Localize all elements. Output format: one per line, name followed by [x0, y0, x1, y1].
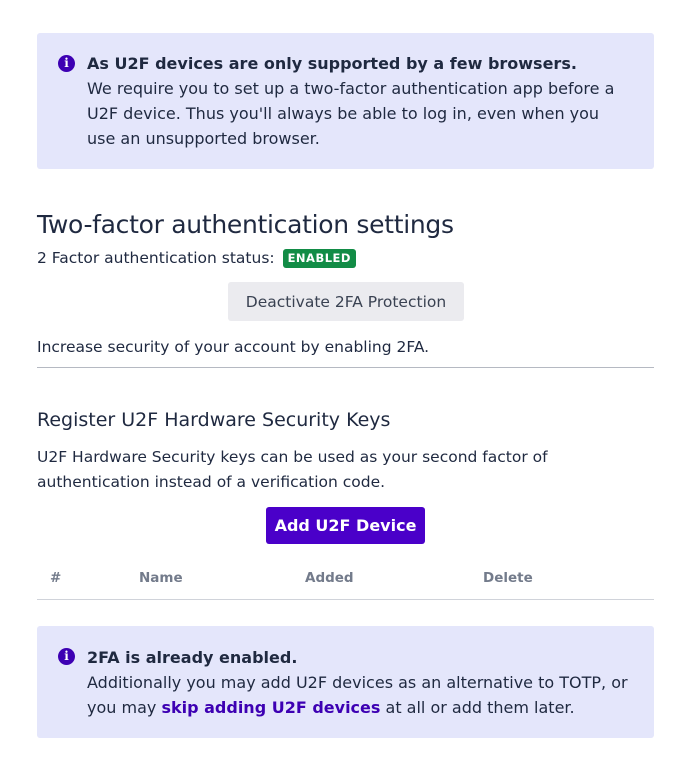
twofa-status: 2 Factor authentication status: ENABLED	[37, 247, 356, 269]
notice-text-after: at all or add them later.	[380, 698, 575, 717]
status-badge: ENABLED	[282, 249, 356, 268]
u2f-description: U2F Hardware Security keys can be used a…	[37, 448, 548, 491]
notice-text: We require you to set up a two-factor au…	[87, 79, 615, 148]
u2f-browser-notice: i As U2F devices are only supported by a…	[37, 33, 654, 169]
notice-text: Additionally you may add U2F devices as …	[87, 670, 630, 720]
table-header-added: Added	[305, 570, 354, 586]
add-u2f-device-button[interactable]: Add U2F Device	[266, 507, 425, 544]
notice-title: As U2F devices are only supported by a f…	[87, 54, 577, 73]
status-label: 2 Factor authentication status:	[37, 249, 275, 267]
info-icon: i	[58, 55, 75, 72]
table-header-divider	[37, 599, 654, 600]
table-header-name: Name	[139, 570, 183, 586]
skip-u2f-link[interactable]: skip adding U2F devices	[161, 698, 380, 717]
twofa-enabled-notice: i 2FA is already enabled. Additionally y…	[37, 626, 654, 738]
notice-title: 2FA is already enabled.	[87, 648, 298, 667]
increase-security-text: Increase security of your account by ena…	[37, 338, 430, 356]
page-title: Two-factor authentication settings	[37, 210, 454, 239]
u2f-heading: Register U2F Hardware Security Keys	[37, 409, 391, 431]
page: i As U2F devices are only supported by a…	[0, 0, 687, 771]
table-header-number: #	[50, 570, 62, 586]
info-icon: i	[58, 648, 75, 665]
table-header-delete: Delete	[483, 570, 533, 586]
deactivate-2fa-button[interactable]: Deactivate 2FA Protection	[228, 282, 464, 321]
section-divider	[37, 367, 654, 368]
